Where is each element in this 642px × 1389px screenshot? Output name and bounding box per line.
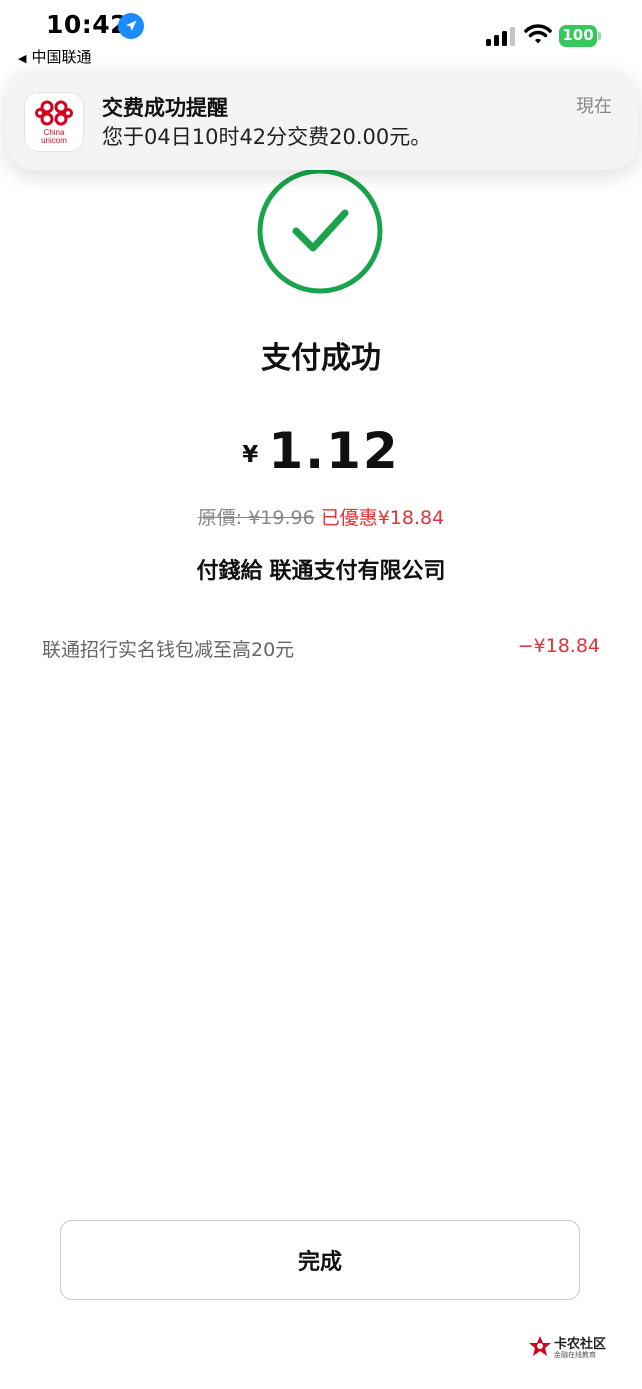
- back-triangle-icon: ◀: [18, 52, 27, 65]
- currency-symbol: ¥: [242, 442, 259, 468]
- notification-banner[interactable]: China unicom 交费成功提醒 您于04日10时42分交费20.00元。…: [6, 70, 638, 170]
- price-breakdown: 原價: ¥19.96 已優惠¥18.84: [0, 503, 642, 530]
- watermark-logo-icon: [528, 1335, 552, 1359]
- notification-time: 現在: [576, 96, 612, 117]
- notification-body: 您于04日10时42分交费20.00元。: [102, 125, 432, 149]
- discount-summary: 已優惠¥18.84: [320, 507, 445, 529]
- status-time: 10:42: [46, 10, 129, 39]
- app-brand-text: China unicom: [25, 129, 83, 145]
- amount-value: 1.12: [268, 422, 400, 480]
- watermark-subtitle: 金融在线教育: [554, 1351, 596, 1359]
- back-app-label: 中国联通: [31, 48, 92, 66]
- success-check-icon: [256, 167, 384, 295]
- discount-value: −¥18.84: [517, 635, 600, 657]
- payment-success-title: 支付成功: [261, 341, 381, 376]
- payee-line: 付錢給 联通支付有限公司: [0, 553, 642, 585]
- cellular-signal-icon: [486, 26, 516, 46]
- battery-level: 100: [562, 26, 594, 44]
- brand-line-2: unicom: [41, 136, 67, 145]
- original-price: 原價: ¥19.96: [197, 507, 315, 529]
- location-arrow-icon: [118, 13, 144, 39]
- wifi-icon: [524, 24, 552, 46]
- payee-name: 联通支付有限公司: [269, 559, 446, 584]
- china-unicom-app-icon: China unicom: [24, 92, 84, 152]
- unicom-knot-logo-icon: [35, 100, 73, 126]
- done-button[interactable]: 完成: [60, 1220, 580, 1300]
- paid-amount: ¥1.12: [0, 422, 642, 480]
- notification-title: 交费成功提醒: [102, 96, 228, 120]
- battery-icon: 100: [559, 25, 601, 47]
- payee-prefix: 付錢給: [196, 559, 263, 584]
- watermark: 卡农社区 金融在线教育: [528, 1333, 638, 1365]
- battery-tip: [598, 32, 601, 40]
- status-bar: 10:42 ◀ 中国联通 100: [0, 0, 642, 66]
- back-to-app-link[interactable]: ◀ 中国联通: [18, 46, 91, 67]
- discount-row: 联通招行实名钱包减至高20元 −¥18.84: [42, 635, 600, 665]
- discount-name: 联通招行实名钱包减至高20元: [42, 639, 295, 661]
